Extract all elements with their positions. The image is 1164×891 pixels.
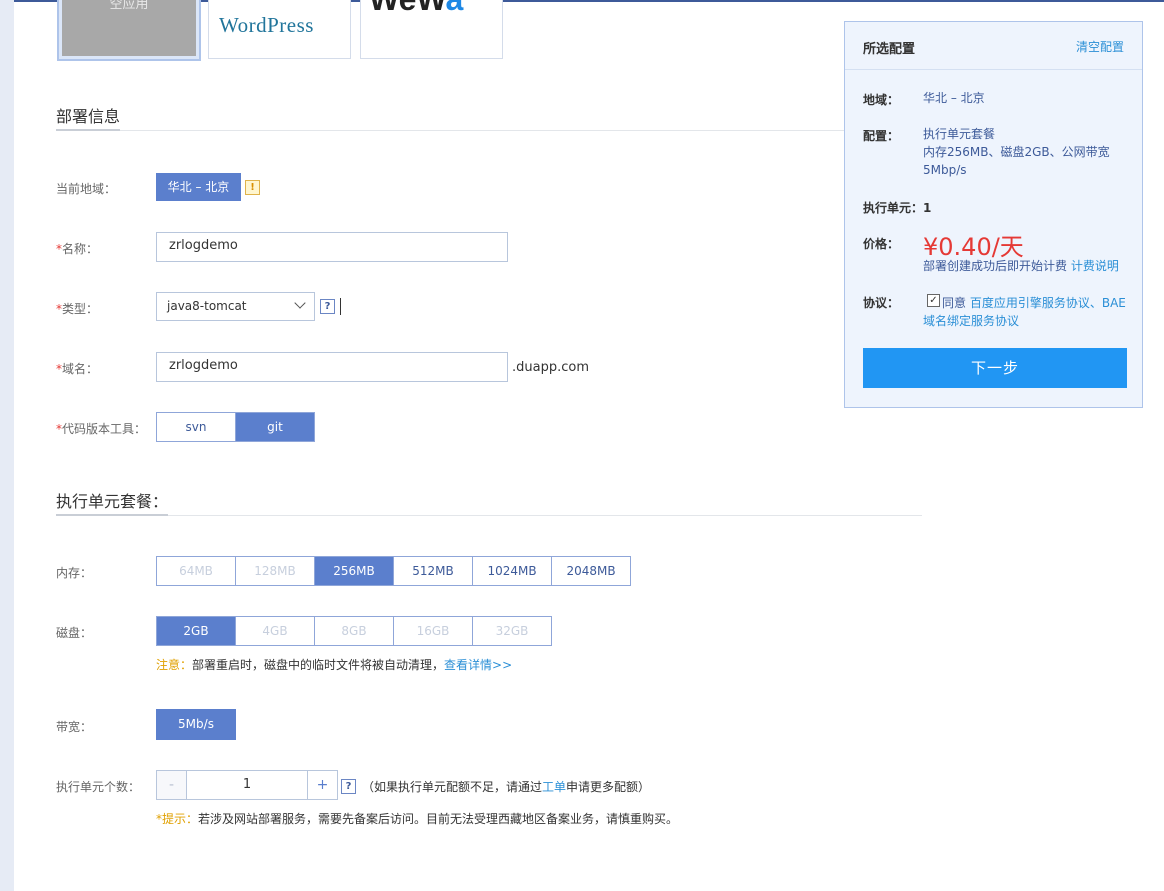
disk-option-16gb: 16GB bbox=[394, 617, 473, 645]
vcs-option-git[interactable]: git bbox=[236, 413, 314, 441]
units-decrement-button[interactable]: - bbox=[157, 771, 186, 799]
summary-price-key: 价格： bbox=[863, 237, 900, 251]
bandwidth-label: 带宽： bbox=[56, 720, 93, 734]
warning-icon[interactable]: ! bbox=[245, 180, 260, 195]
section-title-deploy: 部署信息 bbox=[56, 107, 121, 126]
bandwidth-option[interactable]: 5Mb/s bbox=[156, 709, 236, 740]
webapp-logo: WeWa bbox=[369, 0, 463, 15]
units-stepper: - 1 + bbox=[156, 770, 338, 800]
template-card-empty-app[interactable]: 空应用 bbox=[57, 0, 201, 61]
left-gutter bbox=[0, 0, 14, 891]
name-input[interactable]: zrlogdemo bbox=[156, 232, 508, 262]
wordpress-logo: WordPress bbox=[219, 13, 314, 37]
units-hint: （如果执行单元配额不足，请通过工单申请更多配额） bbox=[362, 780, 651, 794]
summary-units: 执行单元：1 bbox=[863, 201, 932, 215]
section-underline bbox=[56, 514, 168, 516]
disk-option-32gb: 32GB bbox=[473, 617, 551, 645]
memory-options: 64MB 128MB 256MB 512MB 1024MB 2048MB bbox=[156, 556, 631, 586]
units-help-icon[interactable]: ? bbox=[341, 779, 356, 794]
domain-label: *域名： bbox=[56, 362, 99, 376]
type-select-value: java8-tomcat bbox=[167, 299, 247, 313]
type-select[interactable]: java8-tomcat bbox=[156, 292, 315, 321]
ticket-link[interactable]: 工单 bbox=[542, 780, 566, 794]
memory-option-512mb[interactable]: 512MB bbox=[394, 557, 473, 585]
template-label: 空应用 bbox=[109, 0, 149, 12]
vcs-option-svn[interactable]: svn bbox=[157, 413, 236, 441]
domain-input[interactable]: zrlogdemo bbox=[156, 352, 508, 382]
region-label: 当前地域： bbox=[56, 182, 117, 196]
summary-panel: 所选配置 清空配置 地域： 华北 – 北京 配置： 执行单元套餐 内存256MB… bbox=[844, 21, 1143, 408]
summary-config-value: 执行单元套餐 内存256MB、磁盘2GB、公网带宽 5Mbp/s bbox=[923, 127, 1110, 177]
section-underline bbox=[56, 129, 120, 131]
memory-option-256mb[interactable]: 256MB bbox=[315, 557, 394, 585]
disk-option-8gb: 8GB bbox=[315, 617, 394, 645]
summary-config-key: 配置： bbox=[863, 129, 900, 143]
memory-label: 内存： bbox=[56, 566, 93, 580]
memory-option-128mb: 128MB bbox=[236, 557, 315, 585]
template-card-webapp[interactable]: WeWa bbox=[360, 0, 503, 59]
disk-label: 磁盘： bbox=[56, 626, 93, 640]
region-selector[interactable]: 华北 – 北京 bbox=[156, 173, 241, 201]
type-label: *类型： bbox=[56, 302, 99, 316]
disk-note: 注意：部署重启时，磁盘中的临时文件将被自动清理，查看详情>> bbox=[156, 658, 513, 672]
type-help-icon[interactable]: ? bbox=[320, 299, 335, 314]
agreement-text: 同意 百度应用引擎服务协议、BAE 域名绑定服务协议 bbox=[923, 296, 1126, 328]
name-label: *名称： bbox=[56, 242, 99, 256]
summary-agreement-key: 协议： bbox=[863, 296, 900, 310]
memory-option-2048mb[interactable]: 2048MB bbox=[552, 557, 630, 585]
summary-header: 所选配置 清空配置 bbox=[845, 22, 1142, 70]
next-step-button[interactable]: 下一步 bbox=[863, 348, 1127, 388]
units-increment-button[interactable]: + bbox=[308, 771, 337, 799]
filing-tip: *提示：若涉及网站部署服务，需要先备案后访问。目前无法受理西藏地区备案业务，请慎… bbox=[156, 812, 679, 826]
disk-option-2gb[interactable]: 2GB bbox=[157, 617, 236, 645]
billing-info-link[interactable]: 计费说明 bbox=[1071, 259, 1119, 273]
summary-title: 所选配置 bbox=[863, 42, 916, 57]
summary-price-note: 部署创建成功后即开始计费 计费说明 bbox=[923, 259, 1119, 273]
disk-option-4gb: 4GB bbox=[236, 617, 315, 645]
text-cursor bbox=[340, 298, 341, 315]
template-thumbnail: 空应用 bbox=[62, 0, 196, 56]
memory-option-1024mb[interactable]: 1024MB bbox=[473, 557, 552, 585]
template-card-wordpress[interactable]: WordPress bbox=[208, 0, 351, 59]
disk-options: 2GB 4GB 8GB 16GB 32GB bbox=[156, 616, 552, 646]
domain-suffix: .duapp.com bbox=[512, 360, 589, 375]
clear-config-link[interactable]: 清空配置 bbox=[1076, 38, 1124, 55]
section-divider bbox=[56, 130, 846, 131]
units-label: 执行单元个数： bbox=[56, 780, 141, 794]
service-agreement-link[interactable]: 百度应用引擎服务协议、BAE bbox=[970, 296, 1126, 310]
section-divider bbox=[56, 515, 922, 516]
chevron-down-icon bbox=[294, 297, 306, 309]
vcs-label: *代码版本工具： bbox=[56, 422, 147, 436]
domain-agreement-link[interactable]: 域名绑定服务协议 bbox=[923, 314, 1019, 328]
agreement-checkbox[interactable]: ✓ bbox=[927, 294, 940, 307]
units-input[interactable]: 1 bbox=[186, 771, 308, 799]
section-title-package: 执行单元套餐： bbox=[56, 492, 169, 511]
summary-region-value: 华北 – 北京 bbox=[923, 91, 985, 105]
summary-region-key: 地域： bbox=[863, 93, 900, 107]
memory-option-64mb: 64MB bbox=[157, 557, 236, 585]
vcs-toggle: svn git bbox=[156, 412, 315, 442]
disk-details-link[interactable]: 查看详情>> bbox=[444, 658, 512, 672]
